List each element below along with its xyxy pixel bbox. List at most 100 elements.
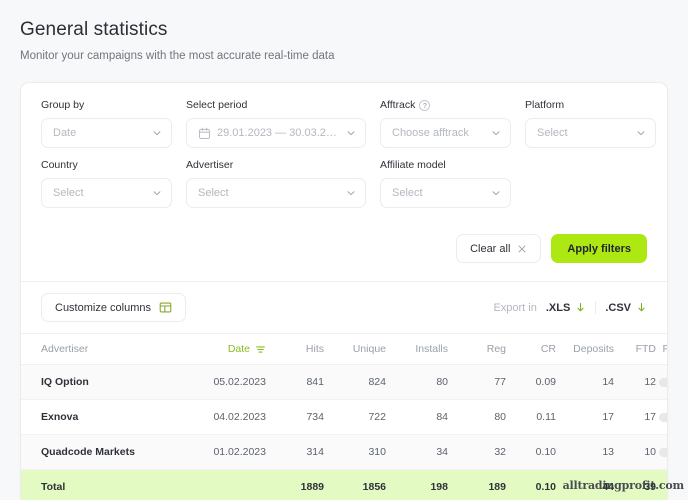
export-divider <box>595 301 597 314</box>
column-header-ftd[interactable]: FTD <box>614 333 656 365</box>
cell-installs: 84 <box>386 399 448 435</box>
cell-advertiser: Exnova <box>21 399 171 435</box>
advertiser-select[interactable]: Select <box>186 178 366 208</box>
cell-profit <box>656 399 667 435</box>
download-icon <box>577 302 584 312</box>
export-csv-button[interactable]: .CSV <box>605 302 647 314</box>
field-group-by: Group by Date <box>41 99 172 148</box>
close-icon <box>519 245 526 252</box>
field-advertiser: Advertiser Select <box>186 159 366 208</box>
cell-unique: 722 <box>324 399 386 435</box>
column-header-installs[interactable]: Installs <box>386 333 448 365</box>
cell-total-ftd: 39 <box>614 469 656 500</box>
hidden-value-placeholder <box>659 377 667 387</box>
statistics-page: General statistics Monitor your campaign… <box>0 0 688 500</box>
column-header-hits[interactable]: Hits <box>266 333 324 365</box>
page-title: General statistics <box>20 19 168 40</box>
sort-filter-icon <box>256 345 265 353</box>
column-header-cr[interactable]: CR <box>506 333 556 365</box>
cell-total-deposits: 44 <box>556 469 614 500</box>
cell-installs: 80 <box>386 364 448 400</box>
question-mark-icon[interactable]: ? <box>419 100 431 111</box>
field-label-country: Country <box>41 159 172 172</box>
cell-total-profit <box>656 469 667 500</box>
chevron-down-icon <box>637 131 645 136</box>
cell-date: 05.02.2023 <box>171 364 266 400</box>
cell-cr: 0.10 <box>506 434 556 470</box>
country-select[interactable]: Select <box>41 178 172 208</box>
download-icon <box>638 302 645 312</box>
cell-profit <box>656 434 667 470</box>
cell-advertiser: Quadcode Markets <box>21 434 171 470</box>
cell-total-installs: 198 <box>386 469 448 500</box>
field-afftrack: Afftrack ? Choose afftrack <box>380 99 511 148</box>
cell-ftd: 10 <box>614 434 656 470</box>
cell-date: 01.02.2023 <box>171 434 266 470</box>
select-period-picker[interactable]: 29.01.2023 — 30.03.2023 <box>186 118 366 148</box>
customize-columns-button[interactable]: Customize columns <box>41 293 186 322</box>
cell-cr: 0.09 <box>506 364 556 400</box>
export-label: Export in <box>493 301 537 314</box>
cell-deposits: 17 <box>556 399 614 435</box>
column-header-unique[interactable]: Unique <box>324 333 386 365</box>
filters-row-2: Country Select Advertiser Select Affilia… <box>41 159 647 208</box>
label-text: Afftrack <box>380 99 416 111</box>
field-platform: Platform Select <box>525 99 656 148</box>
cell-ftd: 12 <box>614 364 656 400</box>
column-label: Deposits <box>573 343 614 355</box>
customize-columns-label: Customize columns <box>55 301 151 314</box>
field-affiliate-model: Affiliate model Select <box>380 159 511 208</box>
affiliate-model-select[interactable]: Select <box>380 178 511 208</box>
column-label: Advertiser <box>41 343 89 355</box>
column-label: CR <box>540 343 556 355</box>
select-period-value: 29.01.2023 — 30.03.2023 <box>217 127 340 139</box>
cell-reg: 80 <box>448 399 506 435</box>
column-label: Hits <box>305 343 324 355</box>
platform-select[interactable]: Select <box>525 118 656 148</box>
label-text: Advertiser <box>186 159 234 171</box>
cell-installs: 34 <box>386 434 448 470</box>
hidden-value-placeholder <box>659 412 667 422</box>
table-row[interactable]: IQ Option 05.02.2023 841 824 80 77 0.09 … <box>21 364 667 400</box>
column-label: FTD <box>635 343 656 355</box>
column-header-advertiser[interactable]: Advertiser <box>21 333 171 365</box>
advertiser-value: Select <box>198 187 229 199</box>
chevron-down-icon <box>492 191 500 196</box>
cell-unique: 310 <box>324 434 386 470</box>
table-row[interactable]: Quadcode Markets 01.02.2023 314 310 34 3… <box>21 434 667 470</box>
cell-total-hits: 1889 <box>266 469 324 500</box>
cell-total-reg: 189 <box>448 469 506 500</box>
chevron-down-icon <box>347 131 355 136</box>
afftrack-select[interactable]: Choose afftrack <box>380 118 511 148</box>
cell-cr: 0.11 <box>506 399 556 435</box>
clear-all-button[interactable]: Clear all <box>456 234 542 263</box>
field-label-group-by: Group by <box>41 99 172 112</box>
apply-filters-button[interactable]: Apply filters <box>551 234 647 263</box>
statistics-card: Group by Date Select period 29.01.2023 —… <box>20 82 668 500</box>
table-header-row: Advertiser Date Hits Unique Installs Reg… <box>21 333 667 365</box>
cell-hits: 314 <box>266 434 324 470</box>
cell-date: 04.02.2023 <box>171 399 266 435</box>
afftrack-value: Choose afftrack <box>392 127 469 139</box>
cell-reg: 32 <box>448 434 506 470</box>
label-text: Group by <box>41 99 85 111</box>
cell-unique: 824 <box>324 364 386 400</box>
field-label-advertiser: Advertiser <box>186 159 366 172</box>
label-text: Country <box>41 159 78 171</box>
cell-total-unique: 1856 <box>324 469 386 500</box>
column-header-reg[interactable]: Reg <box>448 333 506 365</box>
clear-all-label: Clear all <box>470 242 511 255</box>
statistics-table: Advertiser Date Hits Unique Installs Reg… <box>21 333 667 500</box>
table-toolbar: Customize columns Export in .XLS .CSV <box>21 281 667 333</box>
column-header-profit[interactable]: Profit <box>656 333 667 365</box>
column-header-deposits[interactable]: Deposits <box>556 333 614 365</box>
table-row[interactable]: Exnova 04.02.2023 734 722 84 80 0.11 17 … <box>21 399 667 435</box>
export-xls-button[interactable]: .XLS <box>546 302 586 314</box>
chevron-down-icon <box>492 131 500 136</box>
hidden-value-placeholder <box>659 447 667 457</box>
label-text: Select period <box>186 99 248 111</box>
column-header-date[interactable]: Date <box>171 333 266 365</box>
cell-advertiser: IQ Option <box>21 364 171 400</box>
group-by-select[interactable]: Date <box>41 118 172 148</box>
table-head: Advertiser Date Hits Unique Installs Reg… <box>21 333 667 365</box>
